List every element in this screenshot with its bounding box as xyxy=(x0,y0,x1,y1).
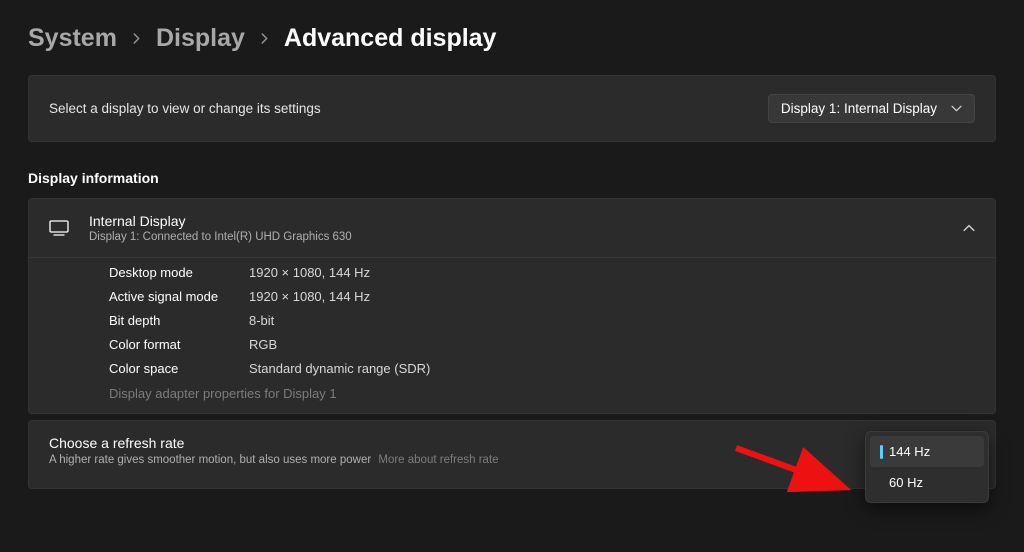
display-information-heading: Display information xyxy=(28,170,996,186)
info-row: Color space Standard dynamic range (SDR) xyxy=(109,356,975,380)
refresh-rate-panel: Choose a refresh rate A higher rate give… xyxy=(28,420,996,489)
refresh-rate-option-label: 60 Hz xyxy=(889,475,923,490)
display-selector-dropdown[interactable]: Display 1: Internal Display xyxy=(768,94,975,123)
display-selector-value: Display 1: Internal Display xyxy=(781,101,937,116)
breadcrumb-system[interactable]: System xyxy=(28,24,117,53)
monitor-icon xyxy=(49,220,69,236)
breadcrumb: System Display Advanced display xyxy=(28,24,996,53)
display-adapter-properties-link[interactable]: Display adapter properties for Display 1 xyxy=(109,380,975,401)
display-information-card: Internal Display Display 1: Connected to… xyxy=(28,198,996,414)
info-key: Desktop mode xyxy=(109,265,249,280)
info-row: Active signal mode 1920 × 1080, 144 Hz xyxy=(109,284,975,308)
display-information-expander[interactable]: Internal Display Display 1: Connected to… xyxy=(29,199,995,257)
breadcrumb-advanced-display: Advanced display xyxy=(284,24,497,53)
refresh-rate-title: Choose a refresh rate xyxy=(49,435,499,451)
refresh-rate-option-label: 144 Hz xyxy=(889,444,930,459)
breadcrumb-display[interactable]: Display xyxy=(156,24,245,53)
info-key: Bit depth xyxy=(109,313,249,328)
chevron-right-icon xyxy=(259,33,270,44)
display-info-title: Internal Display xyxy=(89,213,352,229)
info-row: Color format RGB xyxy=(109,332,975,356)
info-key: Active signal mode xyxy=(109,289,249,304)
select-display-panel: Select a display to view or change its s… xyxy=(28,75,996,142)
info-row: Desktop mode 1920 × 1080, 144 Hz xyxy=(109,260,975,284)
info-key: Color space xyxy=(109,361,249,376)
display-info-subtitle: Display 1: Connected to Intel(R) UHD Gra… xyxy=(89,231,352,243)
info-key: Color format xyxy=(109,337,249,352)
info-row: Bit depth 8-bit xyxy=(109,308,975,332)
chevron-up-icon xyxy=(963,222,975,234)
info-value: 1920 × 1080, 144 Hz xyxy=(249,265,370,280)
refresh-rate-description: A higher rate gives smoother motion, but… xyxy=(49,454,499,466)
display-info-details: Desktop mode 1920 × 1080, 144 Hz Active … xyxy=(29,257,995,413)
info-value: 1920 × 1080, 144 Hz xyxy=(249,289,370,304)
select-display-label: Select a display to view or change its s… xyxy=(49,101,321,116)
refresh-rate-description-text: A higher rate gives smoother motion, but… xyxy=(49,454,371,466)
info-value: Standard dynamic range (SDR) xyxy=(249,361,430,376)
refresh-rate-option-60[interactable]: 60 Hz xyxy=(870,467,984,498)
selected-indicator xyxy=(880,476,883,490)
more-about-refresh-rate-link[interactable]: More about refresh rate xyxy=(378,454,498,466)
chevron-right-icon xyxy=(131,33,142,44)
selected-indicator xyxy=(880,445,883,459)
refresh-rate-dropdown-flyout: 144 Hz 60 Hz xyxy=(865,431,989,503)
info-value: 8-bit xyxy=(249,313,274,328)
refresh-rate-option-144[interactable]: 144 Hz xyxy=(870,436,984,467)
chevron-down-icon xyxy=(951,103,962,114)
info-value: RGB xyxy=(249,337,277,352)
